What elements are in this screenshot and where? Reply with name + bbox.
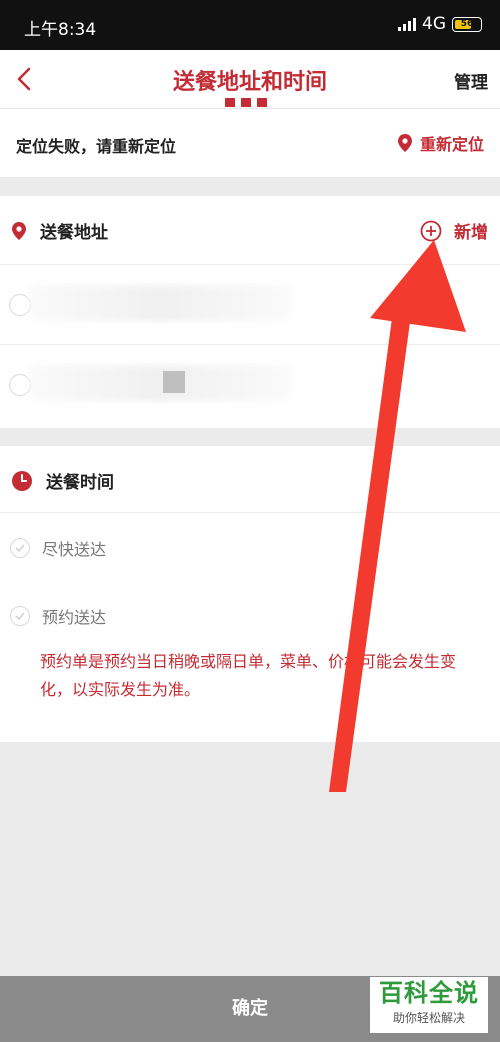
location-pin-icon bbox=[12, 221, 26, 240]
time-section-header: 送餐时间 bbox=[12, 468, 114, 493]
checkmark-icon bbox=[10, 538, 30, 558]
scheduled-notice: 预约单是预约当日稍晚或隔日单，菜单、价格可能会发生变化，以实际发生为准。 bbox=[40, 652, 457, 699]
relocate-button[interactable]: 重新定位 bbox=[397, 131, 484, 155]
address-section-header: 送餐地址 bbox=[12, 218, 108, 243]
location-row: 定位失败，请重新定位 重新定位 bbox=[0, 109, 500, 177]
add-address-button[interactable]: 新增 bbox=[420, 218, 488, 243]
option-scheduled[interactable]: 预约送达 bbox=[10, 604, 106, 628]
option-asap[interactable]: 尽快送达 bbox=[10, 536, 106, 560]
divider bbox=[0, 512, 500, 513]
location-pin-icon bbox=[397, 134, 412, 152]
battery-level: 56 bbox=[460, 19, 474, 29]
watermark-subtitle: 助你轻松解决 bbox=[392, 1011, 465, 1025]
status-time: 上午8:34 bbox=[24, 20, 97, 40]
status-icons: 4G 56 bbox=[398, 14, 482, 34]
add-address-label: 新增 bbox=[454, 223, 488, 243]
address-radio[interactable] bbox=[9, 374, 31, 396]
address-section-title: 送餐地址 bbox=[40, 223, 108, 243]
watermark-title: 百科全说 bbox=[379, 979, 479, 1007]
add-circle-icon bbox=[420, 220, 442, 241]
manage-button[interactable]: 管理 bbox=[454, 68, 488, 93]
page-title: 送餐地址和时间 bbox=[172, 70, 327, 95]
clock-icon bbox=[12, 470, 32, 491]
status-bar: 上午8:34 4G 56 bbox=[0, 0, 500, 50]
checkmark-icon bbox=[10, 606, 30, 626]
network-type: 4G bbox=[422, 14, 446, 34]
address-section: 送餐地址 新增 bbox=[0, 196, 500, 428]
signal-icon bbox=[398, 17, 416, 31]
battery-icon: 56 bbox=[452, 16, 482, 32]
location-status: 定位失败，请重新定位 bbox=[16, 137, 177, 156]
address-text-redacted bbox=[30, 365, 290, 401]
redaction-block bbox=[163, 371, 185, 393]
address-radio[interactable] bbox=[9, 294, 31, 316]
address-item[interactable] bbox=[0, 264, 500, 345]
address-text-redacted bbox=[30, 285, 290, 321]
watermark-logo: 百科全说 助你轻松解决 bbox=[370, 977, 488, 1033]
relocate-label: 重新定位 bbox=[419, 135, 484, 154]
delivery-time-section: 送餐时间 尽快送达 预约送达 预约单是预约当日稍晚或隔日单，菜单、价格可能会发生… bbox=[0, 446, 500, 742]
time-section-title: 送餐时间 bbox=[46, 473, 114, 493]
title-indicator bbox=[225, 98, 267, 107]
address-item[interactable] bbox=[0, 344, 500, 425]
nav-bar: 送餐地址和时间 管理 bbox=[0, 50, 500, 109]
option-asap-label: 尽快送达 bbox=[42, 540, 107, 559]
option-scheduled-label: 预约送达 bbox=[42, 608, 107, 627]
